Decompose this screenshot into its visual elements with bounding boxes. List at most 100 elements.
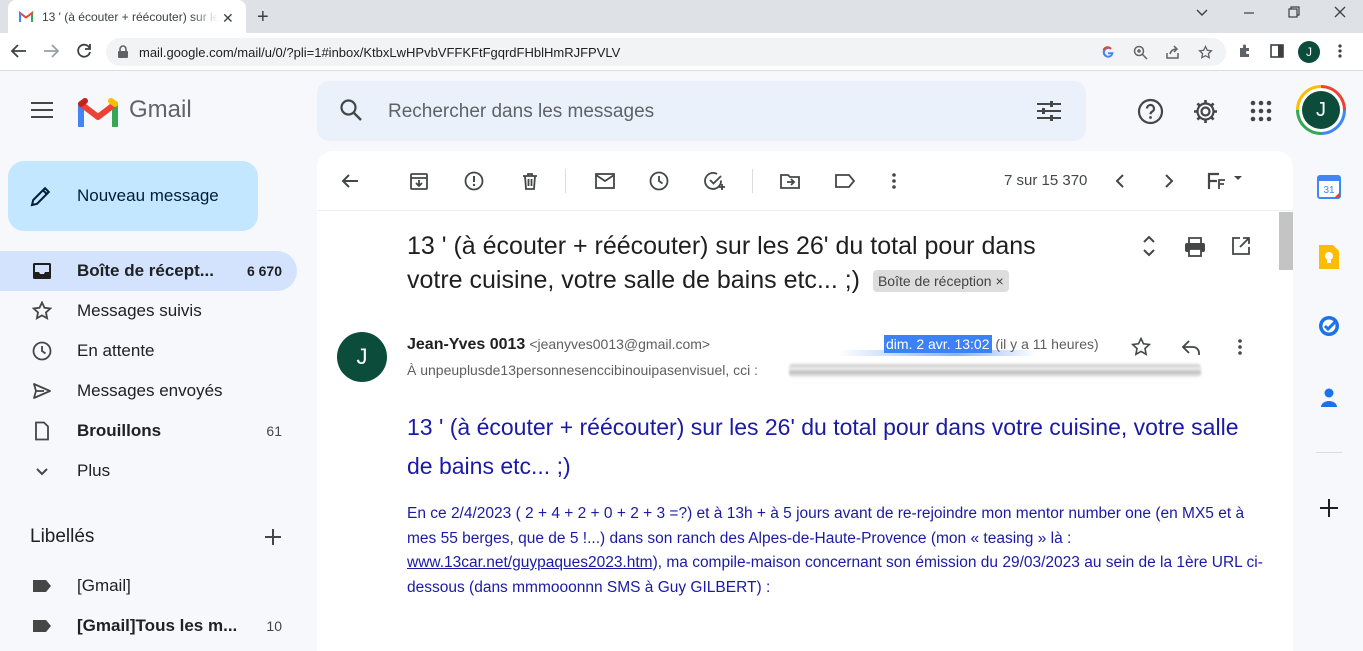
tab-close-icon[interactable]: ✕ bbox=[222, 10, 234, 27]
google-g-icon[interactable] bbox=[1101, 45, 1115, 59]
gmail-logo-text[interactable]: Gmail bbox=[129, 96, 192, 124]
sidebar-item-label: [Gmail] bbox=[77, 576, 131, 595]
browser-toolbar: mail.google.com/mail/u/0/?pli=1#inbox/Kt… bbox=[0, 33, 1363, 71]
add-task-icon[interactable] bbox=[704, 171, 726, 191]
label-count: 10 bbox=[266, 618, 282, 634]
label-icon[interactable] bbox=[834, 171, 856, 191]
clock-icon bbox=[32, 341, 52, 361]
search-bar[interactable]: Rechercher dans les messages bbox=[317, 81, 1086, 141]
sidebar-item-more[interactable]: Plus bbox=[0, 451, 297, 491]
side-panel-icon[interactable] bbox=[1269, 43, 1285, 59]
back-arrow-icon[interactable] bbox=[10, 42, 28, 60]
message-position-counter: 7 sur 15 370 bbox=[1004, 172, 1088, 189]
report-spam-icon[interactable] bbox=[464, 171, 484, 191]
sender-email: <jeanyves0013@gmail.com> bbox=[529, 336, 711, 352]
restore-icon[interactable] bbox=[1287, 5, 1301, 19]
url-text[interactable]: mail.google.com/mail/u/0/?pli=1#inbox/Kt… bbox=[139, 45, 620, 60]
gmail-favicon-icon bbox=[19, 11, 33, 22]
sender-avatar[interactable]: J bbox=[337, 332, 387, 382]
sidebar-item-starred[interactable]: Messages suivis bbox=[0, 291, 297, 331]
browser-menu-icon[interactable] bbox=[1337, 43, 1343, 59]
recipients-line[interactable]: À unpeuplusde13personnesenccibinouipasen… bbox=[407, 362, 758, 378]
sidebar-item-label: Plus bbox=[77, 461, 111, 480]
snooze-clock-icon[interactable] bbox=[649, 171, 669, 191]
input-tools-icon[interactable] bbox=[1207, 171, 1243, 191]
keep-notes-icon[interactable] bbox=[1317, 244, 1341, 270]
older-chevron-right-icon[interactable] bbox=[1162, 171, 1176, 191]
create-label-plus-icon[interactable] bbox=[262, 526, 284, 548]
sidebar-label-gmail[interactable]: [Gmail] bbox=[0, 566, 297, 606]
svg-text:31: 31 bbox=[1323, 185, 1335, 196]
extensions-icon[interactable] bbox=[1237, 43, 1253, 59]
star-message-icon[interactable] bbox=[1131, 337, 1151, 357]
bookmark-star-icon[interactable] bbox=[1198, 45, 1213, 60]
reload-icon[interactable] bbox=[75, 42, 93, 60]
share-icon[interactable] bbox=[1165, 45, 1180, 60]
browser-tab[interactable]: 13 ' (à écouter + réécouter) sur les 26'… bbox=[8, 0, 246, 33]
scrollbar-thumb[interactable] bbox=[1279, 212, 1293, 270]
star-icon bbox=[32, 301, 52, 321]
help-icon[interactable] bbox=[1137, 98, 1164, 125]
sender-name[interactable]: Jean-Yves 0013 bbox=[407, 336, 525, 353]
account-avatar[interactable]: J bbox=[1296, 85, 1346, 135]
body-heading: 13 ' (à écouter + réécouter) sur les 26'… bbox=[407, 414, 1239, 479]
chevron-down-icon bbox=[32, 461, 52, 481]
minimize-icon[interactable] bbox=[1242, 5, 1256, 19]
search-input[interactable]: Rechercher dans les messages bbox=[388, 101, 654, 123]
compose-button[interactable]: Nouveau message bbox=[8, 161, 258, 231]
message-more-icon[interactable] bbox=[1237, 337, 1243, 357]
sidebar-item-drafts[interactable]: Brouillons 61 bbox=[0, 411, 297, 451]
address-bar[interactable]: mail.google.com/mail/u/0/?pli=1#inbox/Kt… bbox=[106, 38, 1226, 66]
more-vertical-icon[interactable] bbox=[891, 171, 897, 191]
back-to-inbox-icon[interactable] bbox=[340, 171, 360, 191]
contacts-icon[interactable] bbox=[1317, 385, 1341, 409]
calendar-icon[interactable]: 31 bbox=[1317, 175, 1341, 199]
sidebar-item-label: Brouillons bbox=[77, 421, 162, 440]
open-new-window-icon[interactable] bbox=[1231, 236, 1251, 256]
remove-label-icon[interactable]: × bbox=[995, 273, 1003, 289]
new-tab-button[interactable]: + bbox=[257, 6, 269, 29]
delete-trash-icon[interactable] bbox=[520, 171, 540, 191]
unread-count: 6 670 bbox=[246, 263, 282, 279]
toolbar-divider bbox=[565, 169, 566, 193]
message-subject: 13 ' (à écouter + réécouter) sur les 26'… bbox=[407, 232, 1036, 294]
archive-icon[interactable] bbox=[409, 171, 429, 191]
inbox-label-chip[interactable]: Boîte de réception × bbox=[872, 270, 1009, 293]
print-icon[interactable] bbox=[1184, 237, 1206, 257]
expand-all-icon[interactable] bbox=[1141, 234, 1157, 258]
sidebar-item-label: Messages suivis bbox=[77, 301, 202, 320]
tasks-icon[interactable] bbox=[1317, 314, 1341, 338]
get-addons-plus-icon[interactable] bbox=[1317, 496, 1341, 520]
window-close-icon[interactable] bbox=[1333, 5, 1347, 19]
forward-arrow-icon[interactable] bbox=[42, 42, 60, 60]
compose-label: Nouveau message bbox=[77, 186, 219, 205]
settings-gear-icon[interactable] bbox=[1192, 98, 1219, 125]
sidebar-label-all-mail[interactable]: [Gmail]Tous les m... 10 bbox=[0, 606, 297, 646]
date-selected-text: dim. 2 avr. 13:02 bbox=[884, 335, 992, 353]
zoom-icon[interactable] bbox=[1133, 45, 1148, 60]
sidebar-item-label: Messages envoyés bbox=[77, 381, 223, 400]
sidebar-item-snoozed[interactable]: En attente bbox=[0, 331, 297, 371]
reply-icon[interactable] bbox=[1181, 337, 1201, 357]
search-options-icon[interactable] bbox=[1036, 99, 1062, 123]
sidebar-item-sent[interactable]: Messages envoyés bbox=[0, 371, 297, 411]
newer-chevron-left-icon[interactable] bbox=[1113, 171, 1127, 191]
move-to-folder-icon[interactable] bbox=[779, 171, 801, 191]
message-date: dim. 2 avr. 13:02 (il y a 11 heures) bbox=[884, 335, 1099, 353]
message-toolbar: 7 sur 15 370 bbox=[317, 151, 1293, 211]
date-relative: (il y a 11 heures) bbox=[995, 336, 1099, 352]
label-tag-icon bbox=[32, 616, 52, 636]
body-link[interactable]: www.13car.net/guypaques2023.htm bbox=[407, 554, 653, 571]
gmail-logo-icon[interactable] bbox=[78, 97, 118, 127]
sidebar-item-label: [Gmail]Tous les m... bbox=[77, 616, 238, 635]
label-tag-icon bbox=[32, 576, 52, 596]
tab-search-icon[interactable] bbox=[1195, 5, 1209, 19]
mark-unread-icon[interactable] bbox=[594, 171, 616, 191]
draft-count: 61 bbox=[266, 423, 282, 439]
google-apps-icon[interactable] bbox=[1250, 100, 1272, 122]
main-menu-icon[interactable] bbox=[30, 100, 54, 120]
sidebar-item-inbox[interactable]: Boîte de récept... 6 670 bbox=[0, 251, 297, 291]
lock-icon[interactable] bbox=[117, 45, 129, 59]
browser-profile-avatar[interactable]: J bbox=[1298, 41, 1320, 63]
search-icon[interactable] bbox=[339, 98, 363, 122]
